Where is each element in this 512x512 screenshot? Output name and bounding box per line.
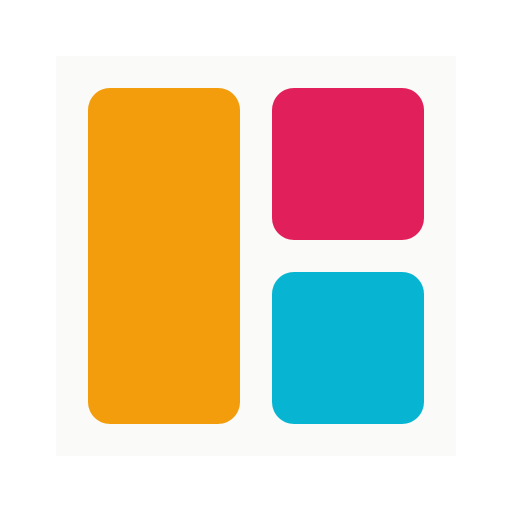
collage-layout-icon [56, 56, 456, 456]
top-pink-block [272, 88, 424, 240]
tall-orange-block [88, 88, 240, 424]
app-icon-canvas [0, 0, 512, 512]
bottom-cyan-block [272, 272, 424, 424]
